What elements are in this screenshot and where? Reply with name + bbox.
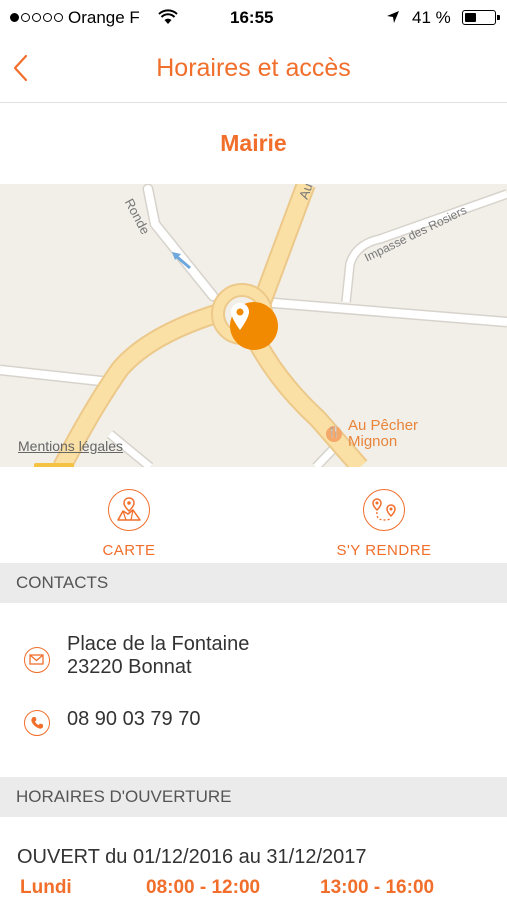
signal-strength-icon <box>10 13 63 22</box>
hours-afternoon: 13:00 - 16:00 <box>320 877 435 898</box>
phone-row[interactable]: 08 90 03 79 70 <box>0 705 507 741</box>
phone-number[interactable]: 08 90 03 79 70 <box>67 708 200 731</box>
mail-icon <box>24 647 50 673</box>
address-text: Place de la Fontaine 23220 Bonnat <box>67 633 249 679</box>
restaurant-icon <box>326 425 342 442</box>
map-icon <box>108 489 150 531</box>
legal-mentions-link[interactable]: Mentions légales <box>18 438 123 454</box>
battery-percent: 41 % <box>412 8 451 27</box>
address-row: Place de la Fontaine 23220 Bonnat <box>0 633 507 693</box>
address-line-2: 23220 Bonnat <box>67 656 192 678</box>
map-button[interactable]: CARTE <box>49 489 209 559</box>
place-name: Mairie <box>220 130 287 156</box>
contacts-section-header: CONTACTS <box>0 563 507 603</box>
map-actions: CARTE S'Y RENDRE <box>0 467 507 562</box>
opening-hours-section-header: HORAIRES D'OUVERTURE <box>0 777 507 817</box>
hours-morning: 08:00 - 12:00 <box>146 877 261 898</box>
hours-day: Lundi <box>20 877 72 898</box>
map-poi[interactable]: Au Pêcher Mignon <box>326 418 418 450</box>
poi-name-line1: Au Pêcher <box>348 417 419 434</box>
navigation-bar: Horaires et accès <box>0 36 507 103</box>
battery-icon <box>462 10 500 25</box>
location-pin-icon <box>231 303 249 330</box>
directions-icon <box>363 489 405 531</box>
poi-name-line2: Mignon <box>348 433 398 450</box>
phone-icon <box>24 710 50 736</box>
carrier-name: Orange F <box>68 8 140 27</box>
address-line-1: Place de la Fontaine <box>67 633 250 655</box>
map-view[interactable]: Ronde Impasse des Rosiers Au Au Pêcher M… <box>0 184 507 467</box>
location-marker[interactable] <box>230 302 278 350</box>
opening-period: OUVERT du 01/12/2016 au 31/12/2017 <box>17 846 367 868</box>
page-title: Horaires et accès <box>156 54 351 82</box>
directions-button-label: S'Y RENDRE <box>336 542 432 559</box>
directions-button[interactable]: S'Y RENDRE <box>304 489 464 559</box>
status-time: 16:55 <box>230 8 274 27</box>
location-services-icon <box>387 11 399 23</box>
wifi-icon <box>158 9 178 24</box>
map-button-label: CARTE <box>102 542 156 559</box>
status-bar: Orange F 16:55 41 % <box>0 0 507 36</box>
